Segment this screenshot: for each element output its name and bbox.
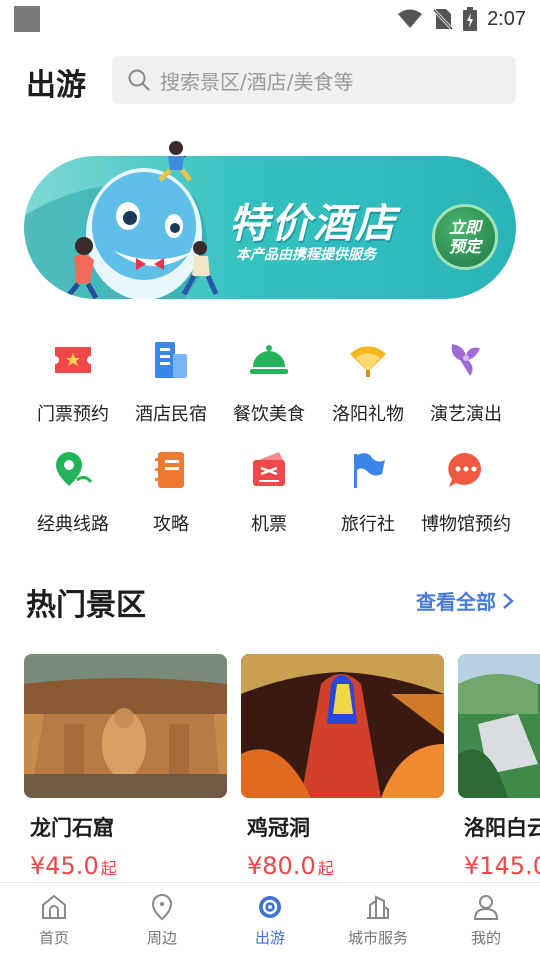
- category-label: 博物馆预约: [421, 514, 511, 535]
- spot-image-longmen: [24, 654, 227, 798]
- price-value: ¥45.0: [30, 852, 99, 880]
- chevron-right-icon: [503, 592, 514, 609]
- category-label: 攻略: [153, 514, 189, 535]
- view-all-label: 查看全部: [416, 590, 496, 614]
- status-time: 2:07: [487, 7, 526, 30]
- search-input[interactable]: 搜索景区/酒店/美食等: [112, 56, 516, 104]
- fan-gift-icon: [350, 346, 386, 377]
- banner-title: 特价酒店: [229, 201, 397, 247]
- spot-image-jiguandong: [241, 654, 444, 798]
- battery-icon: [463, 7, 478, 31]
- dining-icon: [250, 345, 288, 374]
- search-placeholder: 搜索景区/酒店/美食等: [160, 69, 354, 94]
- category-hotel[interactable]: 酒店民宿: [121, 338, 221, 426]
- category-label: 旅行社: [341, 514, 395, 535]
- badge-line-1: 立即: [448, 218, 481, 237]
- nav-label: 城市服务: [347, 929, 408, 947]
- spot-card[interactable]: 洛阳白云山 ¥145.0起: [458, 654, 540, 880]
- spot-price: ¥80.0 起: [247, 852, 444, 880]
- nav-label: 周边: [146, 929, 177, 947]
- category-label: 餐饮美食: [233, 404, 305, 425]
- status-icons: 2:07: [397, 6, 526, 32]
- category-performance[interactable]: 演艺演出: [416, 338, 516, 426]
- nav-label: 我的: [470, 929, 501, 947]
- category-dining[interactable]: 餐饮美食: [219, 338, 319, 426]
- location-icon: [151, 893, 173, 921]
- spot-price: ¥145.0起: [464, 852, 540, 880]
- price-value: ¥145.0: [464, 852, 540, 880]
- category-gift[interactable]: 洛阳礼物: [318, 338, 418, 426]
- price-unit: 起: [100, 859, 117, 878]
- category-museum[interactable]: 博物馆预约: [416, 448, 516, 536]
- no-sim-icon: [433, 8, 454, 30]
- nav-travel[interactable]: 出游: [216, 893, 324, 948]
- category-label: 经典线路: [37, 514, 109, 535]
- travel-icon: [259, 896, 281, 918]
- search-icon: [128, 69, 150, 91]
- spot-card[interactable]: 龙门石窟 ¥45.0 起: [24, 654, 227, 880]
- view-all-link[interactable]: 查看全部: [416, 586, 514, 615]
- spot-card[interactable]: 鸡冠洞 ¥80.0 起: [241, 654, 444, 880]
- nav-city-services[interactable]: 城市服务: [324, 893, 432, 948]
- category-label: 洛阳礼物: [332, 404, 404, 425]
- banner-subtitle: 本产品由携程提供服务: [236, 247, 376, 263]
- flight-ticket-icon: [253, 452, 285, 486]
- profile-icon: [473, 895, 499, 920]
- hotel-icon: [155, 342, 187, 378]
- category-route[interactable]: 经典线路: [23, 448, 123, 536]
- page-title: 出游: [26, 68, 86, 103]
- category-label: 门票预约: [37, 404, 109, 425]
- status-bar: 2:07: [0, 0, 540, 36]
- category-guide[interactable]: 攻略: [121, 448, 221, 536]
- nav-label: 出游: [254, 929, 285, 947]
- chat-bubble-icon: [448, 452, 482, 487]
- nav-profile[interactable]: 我的: [432, 893, 540, 948]
- book-now-button[interactable]: 立即 预定: [432, 204, 498, 270]
- category-label: 机票: [251, 514, 287, 535]
- header: 出游 搜索景区/酒店/美食等: [0, 56, 540, 106]
- category-ticket[interactable]: 门票预约: [23, 338, 123, 426]
- spot-name: 龙门石窟: [30, 816, 114, 840]
- notification-icon: [14, 6, 40, 32]
- city-icon: [367, 895, 389, 919]
- nav-label: 首页: [38, 929, 69, 947]
- spot-image-baiyunshan: [458, 654, 540, 798]
- guide-book-icon: [155, 452, 184, 488]
- promo-banner[interactable]: 特价酒店 本产品由携程提供服务 立即 预定: [24, 156, 516, 299]
- banner-character-icon: [158, 141, 192, 182]
- section-title-hot: 热门景区: [26, 588, 146, 623]
- badge-line-2: 预定: [448, 237, 481, 256]
- price-unit: 起: [317, 859, 334, 878]
- route-pin-icon: [56, 452, 93, 486]
- nav-home[interactable]: 首页: [0, 893, 108, 948]
- flag-icon: [354, 453, 385, 488]
- wifi-icon: [398, 9, 423, 28]
- bottom-nav: 首页 周边 出游 城市服务 我的: [0, 882, 540, 960]
- performance-icon: [451, 344, 480, 376]
- category-label: 酒店民宿: [135, 404, 207, 425]
- nav-nearby[interactable]: 周边: [108, 893, 216, 948]
- category-flight[interactable]: 机票: [219, 448, 319, 536]
- category-travel-agency[interactable]: 旅行社: [318, 448, 418, 536]
- spot-price: ¥45.0 起: [30, 852, 227, 880]
- spot-name: 鸡冠洞: [247, 816, 310, 840]
- ticket-icon: [55, 347, 91, 373]
- category-label: 演艺演出: [430, 404, 502, 425]
- price-value: ¥80.0: [247, 852, 316, 880]
- spot-name: 洛阳白云山: [464, 816, 540, 840]
- home-icon: [42, 894, 66, 919]
